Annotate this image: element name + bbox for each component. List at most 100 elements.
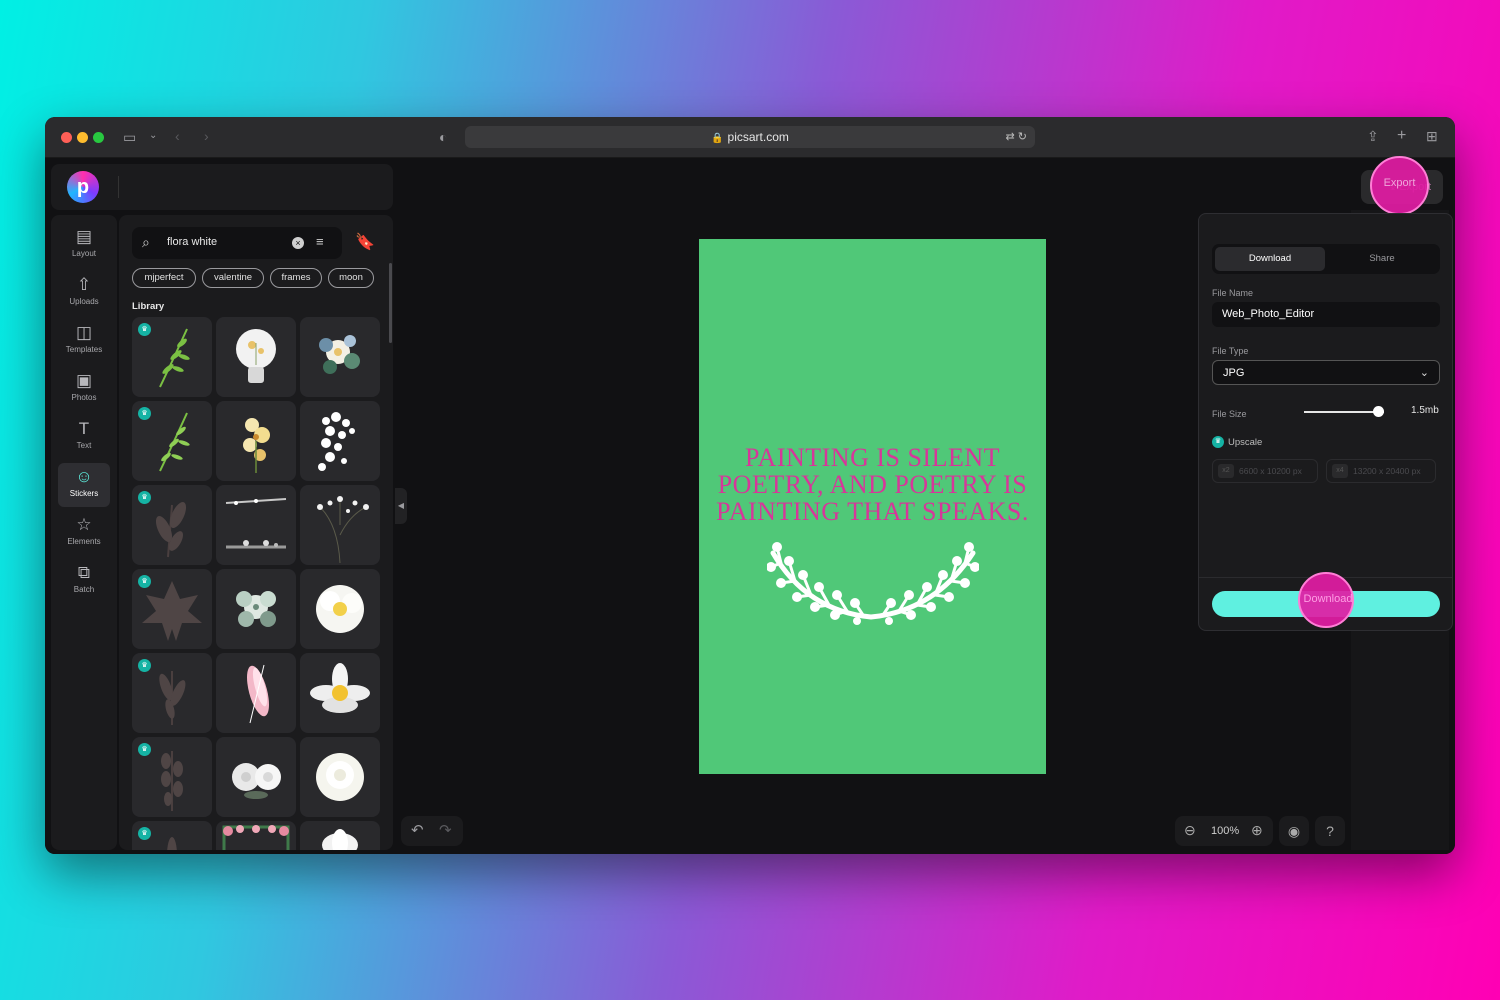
star-icon: ☆ [76,515,92,534]
help-icon[interactable]: ? [1315,816,1345,846]
sidebar-item-label: Layout [71,249,97,258]
search-input[interactable]: ⌕ flora white × ≡ [132,227,342,259]
sidebar-item-layout[interactable]: ▤ Layout [58,223,110,267]
file-size-label: File Size [1212,409,1247,419]
sticker-tile[interactable] [216,653,296,733]
export-mode-tabs: Download Share [1212,244,1440,274]
laurel-wreath-sticker[interactable] [767,541,979,625]
sidebar-item-stickers[interactable]: ☺ Stickers [58,463,110,507]
shield-icon[interactable]: ◐ [439,130,447,144]
click-highlight-export: Export [1370,156,1429,215]
sidebar-item-templates[interactable]: ◫ Templates [58,319,110,363]
tab-download[interactable]: Download [1215,247,1325,271]
filter-icon[interactable]: ≡ [316,234,324,249]
redo-icon[interactable]: ↷ [439,821,452,839]
file-name-field[interactable]: Web_Photo_Editor [1212,302,1440,327]
upscale-badge: x4 [1332,464,1348,478]
sticker-tile[interactable] [300,821,380,850]
zoom-out-icon[interactable]: ⊖ [1184,822,1196,839]
picsart-logo[interactable]: p [67,171,99,203]
sticker-tile[interactable] [300,569,380,649]
sidebar-item-elements[interactable]: ☆ Elements [58,511,110,555]
new-tab-icon[interactable]: + [1397,128,1406,144]
translate-icon[interactable]: ⇄ ↻ [1006,126,1028,148]
sidebar-item-label: Text [76,441,92,450]
download-label: Download [1303,593,1353,605]
white-rose-sticker [316,585,364,633]
file-size-slider[interactable] [1304,411,1384,413]
tag-chip[interactable]: moon [328,268,374,288]
white-peony-sticker [316,753,364,801]
file-size-value: 1.5mb [1411,405,1439,416]
sticker-tile[interactable] [216,737,296,817]
zoom-in-icon[interactable]: ⊕ [1251,822,1263,839]
zoom-window-button[interactable] [93,132,104,143]
sticker-tile[interactable] [300,653,380,733]
stickers-panel: ⌕ flora white × ≡ 🔖 mjperfect valentine … [119,215,393,850]
minimize-window-button[interactable] [77,132,88,143]
file-name-label: File Name [1212,288,1254,298]
sticker-tile[interactable] [216,317,296,397]
bookmark-icon[interactable]: 🔖 [355,232,375,252]
tag-chip[interactable]: frames [270,268,322,288]
sticker-tile[interactable]: ♛ [132,485,212,565]
search-icon: ⌕ [142,234,150,250]
sticker-tile[interactable] [300,401,380,481]
sidebar-item-uploads[interactable]: ⇧ Uploads [58,271,110,315]
sidebar-item-label: Batch [73,585,95,594]
clear-icon[interactable]: × [292,237,304,249]
tag-chip[interactable]: mjperfect [132,268,196,288]
sticker-tile[interactable] [216,821,296,850]
sticker-tile[interactable] [300,485,380,565]
sticker-tile[interactable] [216,569,296,649]
close-window-button[interactable] [61,132,72,143]
export-label-highlight: Export [1383,177,1416,189]
sidebar-item-batch[interactable]: ⧉ Batch [58,559,110,603]
white-lily-sticker [322,829,358,850]
preview-eye-icon[interactable]: ◉ [1279,816,1309,846]
sidebar-item-label: Uploads [69,297,99,306]
library-title: Library [132,301,165,312]
lock-icon: 🔒 [711,133,724,144]
undo-icon[interactable]: ↶ [411,821,424,839]
sticker-tile[interactable] [300,317,380,397]
stickers-icon: ☺ [75,467,93,486]
upscale-x2-option[interactable]: x2 6600 x 10200 px [1212,459,1318,483]
address-bar[interactable]: 🔒 picsart.com ⇄ ↻ [465,126,1035,148]
sticker-tile[interactable]: ♛ [132,317,212,397]
design-canvas[interactable]: PAINTING IS SILENT POETRY, AND POETRY IS… [699,239,1046,774]
sticker-tile[interactable] [216,485,296,565]
collapse-panel-handle[interactable]: ◀ [395,488,407,524]
upscale-size: 6600 x 10200 px [1239,466,1302,476]
upscale-label: Upscale [1228,437,1263,448]
premium-crown-icon: ♛ [138,575,151,588]
sticker-tile[interactable] [216,401,296,481]
sticker-tile[interactable]: ♛ [132,653,212,733]
sticker-tile[interactable] [300,737,380,817]
white-roses-sticker [232,763,281,799]
feather-sticker [247,664,269,724]
back-icon[interactable]: ‹ [175,129,180,143]
upscale-x4-option[interactable]: x4 13200 x 20400 px [1326,459,1436,483]
picsart-editor: p ▤ Layout ⇧ Uploads ◫ Templates ▣ Photo… [45,156,1455,854]
file-type-select[interactable]: JPG ⌄ [1212,360,1440,385]
file-size-slider-handle[interactable] [1373,406,1385,417]
share-icon[interactable]: ⇪ [1367,129,1379,143]
sidebar-icon[interactable]: ▭ [123,130,136,144]
bouquet-sticker [319,335,360,374]
sticker-tile[interactable]: ♛ [132,821,212,850]
sticker-tile[interactable]: ♛ [132,569,212,649]
panel-scrollbar[interactable] [389,263,392,343]
chevron-down-icon[interactable]: ⌄ [149,131,157,141]
quote-text[interactable]: PAINTING IS SILENT POETRY, AND POETRY IS… [699,444,1046,525]
zoom-level[interactable]: 100% [1211,825,1239,837]
premium-crown-icon: ♛ [138,491,151,504]
sidebar-item-text[interactable]: T Text [58,415,110,459]
tab-share[interactable]: Share [1327,247,1437,271]
tabs-overview-icon[interactable]: ⊞ [1426,129,1438,143]
forward-icon[interactable]: › [204,129,209,143]
sidebar-item-photos[interactable]: ▣ Photos [58,367,110,411]
sticker-tile[interactable]: ♛ [132,737,212,817]
tag-chip[interactable]: valentine [202,268,264,288]
sticker-tile[interactable]: ♛ [132,401,212,481]
